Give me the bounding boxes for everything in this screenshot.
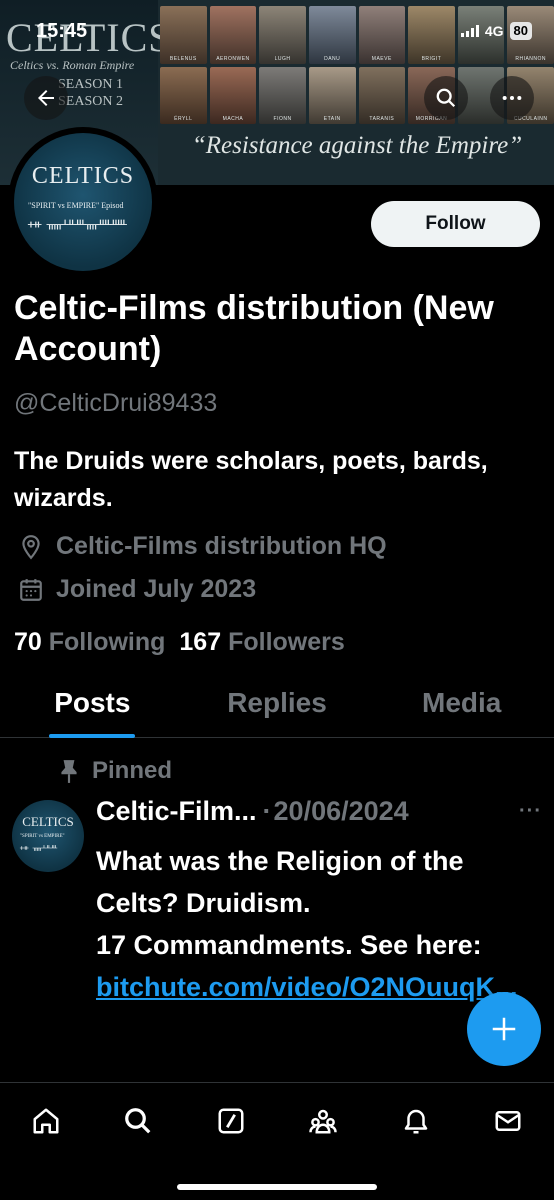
avatar-runes: ᚐᚑ ᚅᚆᚇᚈᚄᚉᚊ [28, 217, 127, 231]
pinned-label: Pinned [92, 757, 173, 784]
character-name: DANU [324, 55, 341, 62]
following-label: Following [48, 628, 166, 656]
nav-communities[interactable] [307, 1105, 339, 1137]
post-separator: · [262, 796, 272, 826]
nav-messages[interactable] [492, 1105, 524, 1137]
post-avatar-subtitle: "SPIRIT vs EMPIRE" [20, 834, 65, 839]
tab-posts[interactable]: Posts [0, 680, 185, 737]
character-name: RHIANNON [515, 55, 547, 62]
post-body: What was the Religion of the Celts? Drui… [96, 840, 536, 1008]
arrow-left-icon [38, 90, 54, 106]
follow-button[interactable]: Follow [371, 201, 540, 247]
nav-explore[interactable] [122, 1105, 154, 1137]
followers-link[interactable]: 167 Followers [179, 628, 344, 657]
character-portrait: ÉRYLL [160, 66, 207, 124]
banner-seasons: SEASON 1 SEASON 2 [58, 76, 123, 110]
compose-button[interactable] [467, 992, 541, 1066]
profile-bio: The Druids were scholars, poets, bards, … [14, 447, 488, 512]
post-text-line1: What was the Religion of the Celts? Drui… [96, 846, 464, 918]
banner-subtitle: Celtics vs. Roman Empire [10, 58, 135, 72]
banner-season-1: SEASON 1 [58, 77, 123, 92]
post-avatar-title: CELTICS [22, 814, 74, 829]
post-more-button[interactable]: ··· [519, 800, 542, 823]
character-portrait: TARANIS [358, 66, 406, 124]
post-avatar-runes: ᚐᚑ ᚅᚆᚇᚈ [20, 844, 58, 852]
character-name: ÉRYLL [174, 116, 193, 122]
character-name: MAEVE [371, 55, 392, 62]
post-author[interactable]: Celtic-Film... [96, 796, 257, 827]
character-name: LUGH [274, 55, 291, 62]
profile-avatar[interactable]: CELTICS "SPIRIT vs EMPIRE" Episod ᚐᚑ ᚅᚆᚇ… [8, 127, 158, 277]
character-name: AERONWEN [216, 55, 250, 62]
status-indicators: 4G 80 [460, 22, 532, 40]
envelope-icon [495, 1111, 521, 1131]
profile-location: Celtic-Films distribution HQ [18, 532, 387, 561]
follow-counts: 70 Following 167 Followers [14, 628, 345, 657]
banner-title: CELTICS [6, 15, 172, 60]
character-name: ETAIN [323, 116, 341, 122]
signal-icon [460, 25, 479, 37]
status-time: 15:45 [36, 20, 88, 42]
more-horizontal-icon [502, 95, 522, 101]
profile-name: Celtic-Films distribution (New Account) [14, 289, 494, 368]
character-portrait: MAEVE [358, 6, 406, 64]
search-icon [436, 88, 456, 108]
search-icon [125, 1108, 151, 1134]
post-date[interactable]: 20/06/2024 [274, 796, 409, 827]
character-portrait: ETAIN [308, 66, 356, 124]
character-portrait: BRIGIT [408, 6, 455, 64]
followers-count: 167 [179, 628, 222, 656]
character-portrait: AERONWEN [209, 6, 257, 64]
more-options-button[interactable] [490, 76, 534, 120]
network-type: 4G [484, 23, 504, 39]
nav-grok[interactable] [215, 1105, 247, 1137]
location-text: Celtic-Films distribution HQ [56, 532, 387, 560]
pin-icon [61, 760, 77, 783]
character-portrait: BELENUS [160, 6, 207, 64]
post-text-line2: 17 Commandments. See here: [96, 930, 482, 960]
post-header: Celtic-Film... · 20/06/2024 ··· [96, 796, 542, 827]
slash-square-icon [218, 1108, 244, 1134]
character-portrait: LUGH [259, 6, 306, 64]
communities-icon [309, 1109, 337, 1134]
following-link[interactable]: 70 Following [14, 628, 165, 657]
plus-icon [492, 1017, 516, 1041]
character-name: BELENUS [169, 55, 197, 62]
home-indicator[interactable] [177, 1184, 377, 1190]
character-portrait: FIONN [259, 66, 306, 124]
location-pin-icon [22, 534, 40, 559]
following-count: 70 [14, 628, 42, 656]
profile-joined: Joined July 2023 [18, 575, 256, 604]
nav-home[interactable] [30, 1105, 62, 1137]
character-name: FIONN [273, 116, 292, 122]
bottom-navigation [0, 1082, 554, 1200]
battery-icon: 80 [509, 22, 532, 40]
search-button[interactable] [424, 76, 468, 120]
profile-handle: @CelticDrui89433 [14, 389, 218, 417]
bell-icon [404, 1109, 427, 1134]
calendar-icon [20, 578, 42, 601]
avatar-subtitle: "SPIRIT vs EMPIRE" Episod [28, 201, 124, 210]
profile-tabs: Posts Replies Media [0, 680, 554, 738]
followers-label: Followers [228, 628, 345, 656]
avatar-image: CELTICS "SPIRIT vs EMPIRE" Episod ᚐᚑ ᚅᚆᚇ… [14, 133, 152, 271]
avatar-title: CELTICS [31, 163, 135, 189]
back-button[interactable] [24, 76, 68, 120]
character-portrait: DANU [308, 6, 356, 64]
home-icon [33, 1108, 59, 1134]
character-portrait: MACHA [209, 66, 257, 124]
joined-text: Joined July 2023 [56, 575, 257, 603]
post-link[interactable]: bitchute.com/video/O2NOuuqK... [96, 972, 518, 1002]
character-name: BRIGIT [421, 55, 442, 62]
character-name: MACHA [222, 116, 244, 122]
tab-replies[interactable]: Replies [185, 680, 370, 737]
tab-media[interactable]: Media [369, 680, 554, 737]
pinned-indicator: Pinned [58, 757, 172, 785]
character-name: TARANIS [369, 116, 395, 122]
banner-tagline: “Resistance against the Empire” [191, 132, 523, 159]
post-avatar[interactable]: CELTICS "SPIRIT vs EMPIRE" ᚐᚑ ᚅᚆᚇᚈ [12, 800, 84, 872]
nav-notifications[interactable] [400, 1105, 432, 1137]
